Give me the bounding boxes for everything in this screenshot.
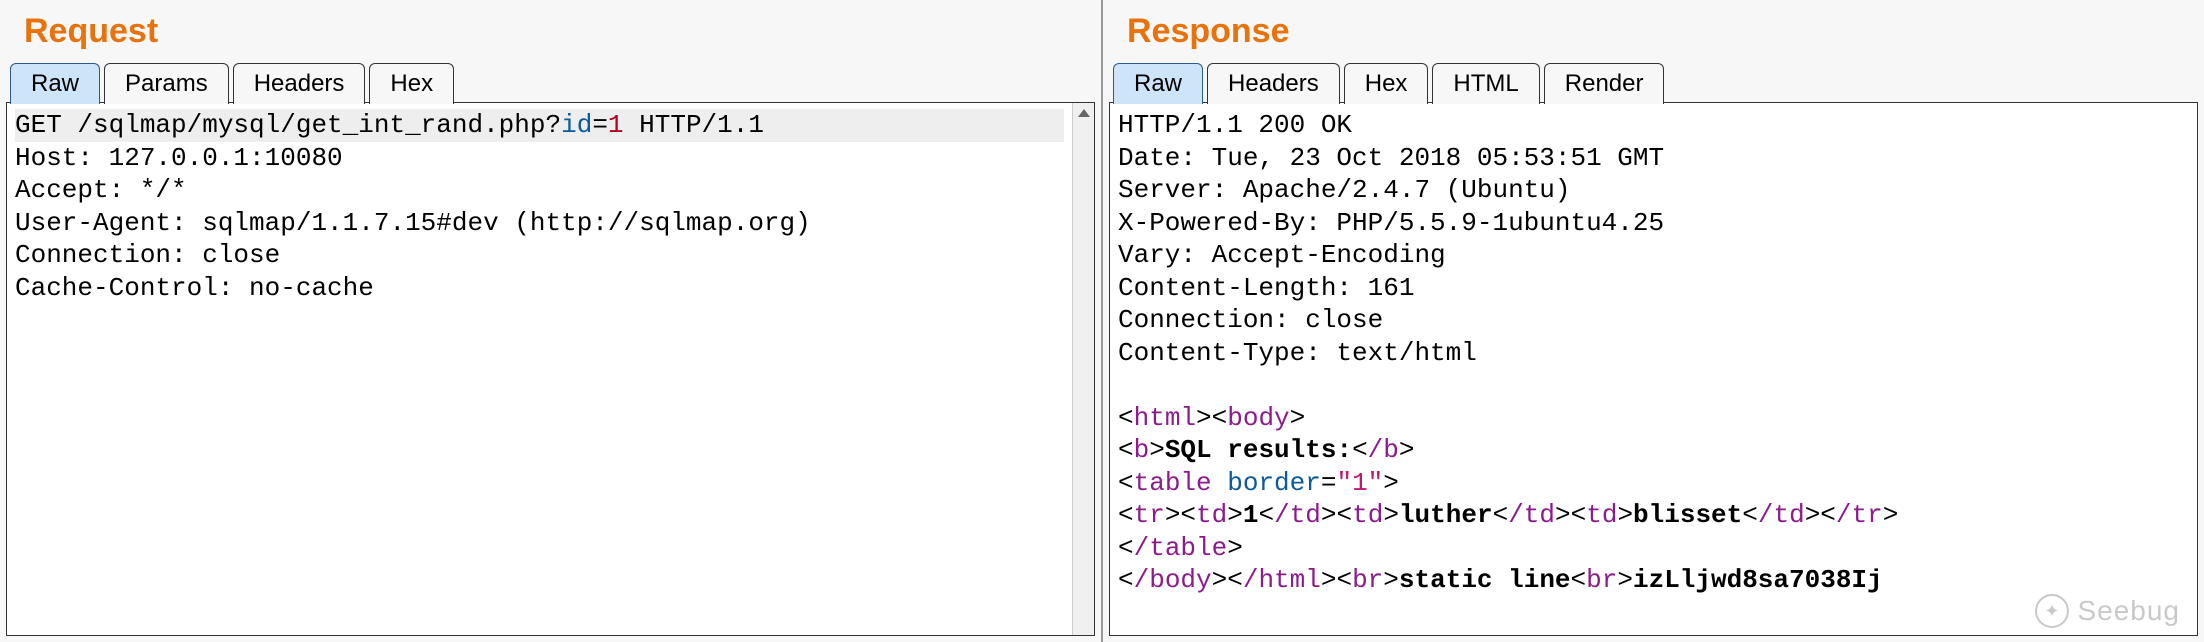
response-raw-content[interactable]: HTTP/1.1 200 OK Date: Tue, 23 Oct 2018 0… xyxy=(1110,103,2197,635)
response-title: Response xyxy=(1103,0,2204,61)
request-tab-headers[interactable]: Headers xyxy=(233,63,366,104)
response-tabs: RawHeadersHexHTMLRender xyxy=(1103,61,2204,102)
request-tab-hex[interactable]: Hex xyxy=(369,63,454,104)
response-tab-headers[interactable]: Headers xyxy=(1207,63,1340,104)
request-tabs: RawParamsHeadersHex xyxy=(0,61,1101,102)
request-tab-params[interactable]: Params xyxy=(104,63,229,104)
scroll-up-icon xyxy=(1078,109,1090,117)
response-tab-raw[interactable]: Raw xyxy=(1113,63,1203,104)
request-scrollbar[interactable] xyxy=(1072,103,1094,635)
response-tab-render[interactable]: Render xyxy=(1544,63,1665,104)
request-raw-content[interactable]: GET /sqlmap/mysql/get_int_rand.php?id=1 … xyxy=(7,103,1072,635)
response-tab-html[interactable]: HTML xyxy=(1432,63,1539,104)
request-panel: Request RawParamsHeadersHex GET /sqlmap/… xyxy=(0,0,1103,642)
request-title: Request xyxy=(0,0,1101,61)
response-content-wrap: HTTP/1.1 200 OK Date: Tue, 23 Oct 2018 0… xyxy=(1109,102,2198,636)
main-split: Request RawParamsHeadersHex GET /sqlmap/… xyxy=(0,0,2204,642)
request-tab-raw[interactable]: Raw xyxy=(10,63,100,104)
response-tab-hex[interactable]: Hex xyxy=(1344,63,1429,104)
request-content-wrap: GET /sqlmap/mysql/get_int_rand.php?id=1 … xyxy=(6,102,1095,636)
response-panel: Response RawHeadersHexHTMLRender HTTP/1.… xyxy=(1103,0,2204,642)
